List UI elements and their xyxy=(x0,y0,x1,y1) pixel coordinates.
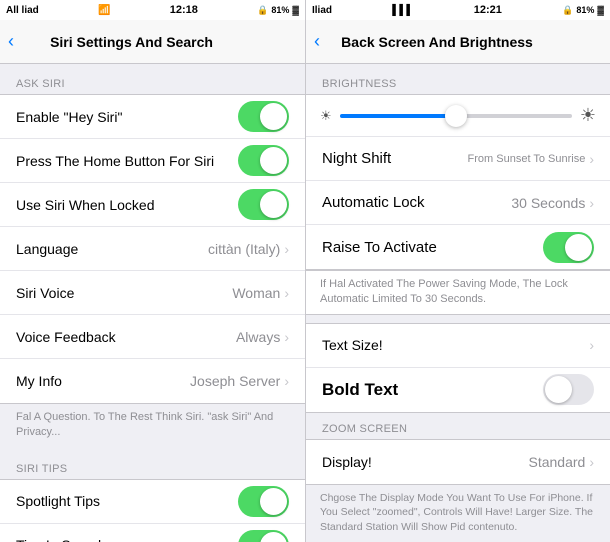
text-size-row[interactable]: Text Size! › xyxy=(306,324,610,368)
auto-lock-row[interactable]: Automatic Lock 30 Seconds › xyxy=(306,181,610,225)
nav-title-left: Siri Settings And Search xyxy=(0,34,297,50)
brightness-group: ☀ ☀ Night Shift From Sunset To Sunrise ›… xyxy=(306,94,610,270)
brightness-low-icon: ☀ xyxy=(320,108,332,124)
bold-text-label: Bold Text xyxy=(322,380,543,400)
raise-activate-toggle[interactable] xyxy=(543,232,594,263)
spotlight-tips-row[interactable]: Spotlight Tips xyxy=(0,480,305,524)
display-chevron: › xyxy=(589,454,594,470)
bold-text-toggle[interactable] xyxy=(543,374,594,405)
night-shift-chevron: › xyxy=(589,151,594,167)
tips-in-search-row[interactable]: Tips In Search xyxy=(0,524,305,542)
language-chevron: › xyxy=(284,241,289,257)
display-row[interactable]: Display! Standard › xyxy=(306,440,610,484)
power-save-note: If Hal Activated The Power Saving Mode, … xyxy=(306,270,610,315)
right-bottom-note: Chgose The Display Mode You Want To Use … xyxy=(306,485,610,539)
spotlight-tips-label: Spotlight Tips xyxy=(16,493,238,509)
nav-title-right: Back Screen And Brightness xyxy=(305,34,602,50)
brightness-thumb xyxy=(445,105,467,127)
battery-right: 81% xyxy=(576,5,594,15)
siri-tips-group: Spotlight Tips Tips In Search Lock Scree… xyxy=(0,479,305,542)
ask-siri-header: ASK SIRI xyxy=(0,64,305,94)
carrier-right: Iliad xyxy=(312,5,332,16)
status-bar-right: Iliad ▌▌▌ 12:21 🔒 81% ▓ xyxy=(306,0,610,20)
signal-icon-right: ▌▌▌ xyxy=(392,5,413,16)
right-icons-left: 🔒 81% ▓ xyxy=(257,5,299,16)
siri-voice-label: Siri Voice xyxy=(16,285,232,301)
language-value: cittàn (Italy) xyxy=(208,241,280,257)
status-bar-left: All liad 📶 12:18 🔒 81% ▓ xyxy=(0,0,305,20)
zoom-group: Display! Standard › xyxy=(306,439,610,485)
left-panel: All liad 📶 12:18 🔒 81% ▓ ‹ Siri Settings… xyxy=(0,0,305,542)
zoom-screen-header: ZOOM SCREEN xyxy=(306,413,610,439)
voice-feedback-chevron: › xyxy=(284,329,289,345)
time-left: 12:18 xyxy=(170,4,198,16)
ask-siri-desc: Fal A Question. To The Rest Think Siri. … xyxy=(0,404,305,449)
voice-feedback-value: Always xyxy=(236,329,280,345)
siri-voice-chevron: › xyxy=(284,285,289,301)
raise-activate-row[interactable]: Raise To Activate xyxy=(306,225,610,269)
right-scroll: BRIGHTNESS ☀ ☀ Night Shift From Sunset T… xyxy=(306,64,610,542)
night-shift-label: Night Shift xyxy=(322,150,468,167)
wifi-icon-left: 📶 xyxy=(98,5,110,16)
enable-hey-siri-row[interactable]: Enable "Hey Siri" xyxy=(0,95,305,139)
auto-lock-value: 30 Seconds xyxy=(511,195,585,211)
language-row[interactable]: Language cittàn (Italy) › xyxy=(0,227,305,271)
my-info-value: Joseph Server xyxy=(190,373,280,389)
press-home-row[interactable]: Press The Home Button For Siri xyxy=(0,139,305,183)
spotlight-tips-toggle[interactable] xyxy=(238,486,289,517)
siri-locked-label: Use Siri When Locked xyxy=(16,197,238,213)
language-label: Language xyxy=(16,241,208,257)
text-size-group: Text Size! › Bold Text xyxy=(306,323,610,413)
tips-in-search-label: Tips In Search xyxy=(16,537,238,542)
brightness-header: BRIGHTNESS xyxy=(306,64,610,94)
press-home-label: Press The Home Button For Siri xyxy=(16,153,238,169)
display-label: Display! xyxy=(322,454,529,470)
text-size-chevron: › xyxy=(589,337,594,353)
night-shift-row[interactable]: Night Shift From Sunset To Sunrise › xyxy=(306,137,610,181)
display-value: Standard xyxy=(529,454,586,470)
bold-text-row[interactable]: Bold Text xyxy=(306,368,610,412)
brightness-row[interactable]: ☀ ☀ xyxy=(306,95,610,137)
siri-voice-row[interactable]: Siri Voice Woman › xyxy=(0,271,305,315)
my-info-row[interactable]: My Info Joseph Server › xyxy=(0,359,305,403)
nav-bar-right: ‹ Back Screen And Brightness xyxy=(306,20,610,64)
voice-feedback-label: Voice Feedback xyxy=(16,329,236,345)
siri-locked-toggle[interactable] xyxy=(238,189,289,220)
time-right: 12:21 xyxy=(474,4,502,16)
siri-tips-header: SIRI TIPS xyxy=(0,449,305,479)
siri-voice-value: Woman xyxy=(232,285,280,301)
battery-left: 81% xyxy=(271,5,289,15)
lock-icon-right: 🔒 xyxy=(562,5,573,16)
brightness-high-icon: ☀ xyxy=(580,105,596,126)
ask-siri-group: Enable "Hey Siri" Press The Home Button … xyxy=(0,94,305,404)
right-panel: Iliad ▌▌▌ 12:21 🔒 81% ▓ ‹ Back Screen An… xyxy=(305,0,610,542)
raise-activate-label: Raise To Activate xyxy=(322,239,543,256)
my-info-label: My Info xyxy=(16,373,190,389)
nav-bar-left: ‹ Siri Settings And Search xyxy=(0,20,305,64)
siri-locked-row[interactable]: Use Siri When Locked xyxy=(0,183,305,227)
right-icons-right: 🔒 81% ▓ xyxy=(562,5,604,16)
auto-lock-label: Automatic Lock xyxy=(322,194,511,211)
carrier-left: All liad xyxy=(6,5,39,16)
my-info-chevron: › xyxy=(284,373,289,389)
tips-in-search-toggle[interactable] xyxy=(238,530,289,542)
auto-lock-chevron: › xyxy=(589,195,594,211)
press-home-toggle[interactable] xyxy=(238,145,289,176)
night-shift-value: From Sunset To Sunrise xyxy=(468,153,586,165)
lock-icon-left: 🔒 xyxy=(257,5,268,16)
voice-feedback-row[interactable]: Voice Feedback Always › xyxy=(0,315,305,359)
brightness-slider[interactable] xyxy=(340,114,572,118)
enable-hey-siri-toggle[interactable] xyxy=(238,101,289,132)
battery-icon-left: ▓ xyxy=(292,5,299,15)
enable-hey-siri-label: Enable "Hey Siri" xyxy=(16,109,238,125)
text-size-label: Text Size! xyxy=(322,337,589,353)
battery-icon-right: ▓ xyxy=(597,5,604,15)
left-scroll: ASK SIRI Enable "Hey Siri" Press The Hom… xyxy=(0,64,305,542)
